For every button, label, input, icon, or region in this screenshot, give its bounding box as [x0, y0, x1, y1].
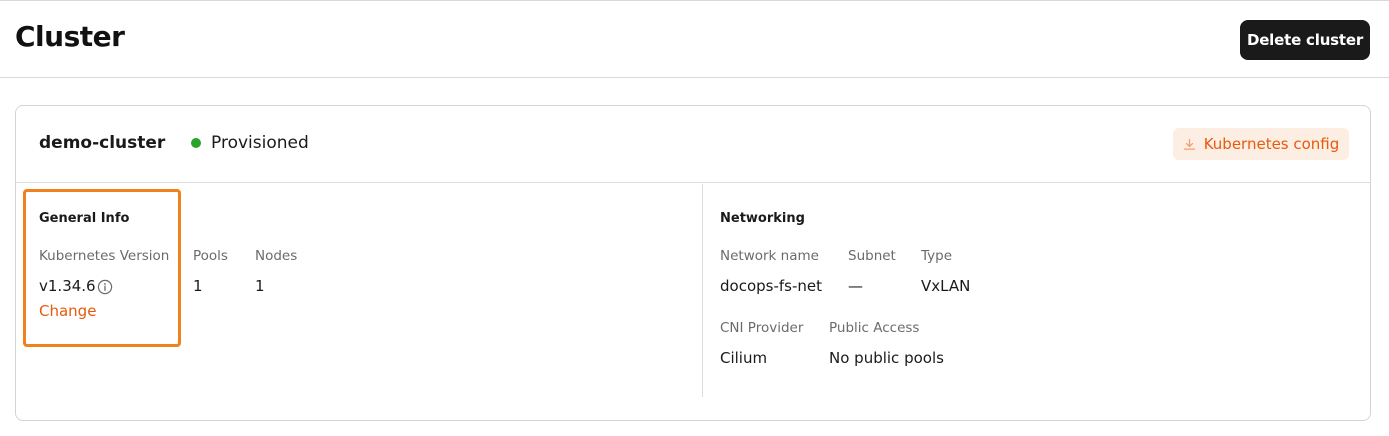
kubernetes-version-value: v1.34.6	[39, 277, 96, 295]
status-text: Provisioned	[211, 133, 309, 153]
nodes-label: Nodes	[255, 248, 298, 264]
type-value: VxLAN	[921, 277, 971, 295]
status-badge: Provisioned	[191, 133, 309, 153]
kubernetes-config-button[interactable]: Kubernetes config	[1173, 128, 1349, 160]
change-version-link[interactable]: Change	[39, 302, 96, 320]
cni-provider-label: CNI Provider	[720, 320, 804, 336]
pools-value: 1	[193, 277, 203, 295]
subnet-label: Subnet	[848, 248, 896, 264]
nodes-value: 1	[255, 277, 265, 295]
public-access-label: Public Access	[829, 320, 920, 336]
cluster-card-header: demo-cluster Provisioned Kubernetes conf…	[16, 106, 1370, 183]
kubernetes-config-label: Kubernetes config	[1203, 135, 1340, 153]
info-icon[interactable]	[97, 279, 113, 299]
type-label: Type	[921, 248, 953, 264]
public-access-value: No public pools	[829, 349, 944, 367]
cluster-card: demo-cluster Provisioned Kubernetes conf…	[15, 105, 1371, 421]
page-title: Cluster	[15, 20, 125, 53]
network-name-label: Network name	[720, 248, 819, 264]
status-dot-icon	[191, 138, 201, 148]
pools-label: Pools	[193, 248, 228, 264]
cni-provider-value: Cilium	[720, 349, 768, 367]
section-divider	[702, 184, 703, 397]
general-info-title: General Info	[39, 211, 130, 226]
network-name-value: docops-fs-net	[720, 277, 822, 295]
delete-cluster-button[interactable]: Delete cluster	[1240, 20, 1370, 60]
cluster-name: demo-cluster	[39, 133, 166, 153]
download-icon	[1183, 138, 1195, 150]
networking-title: Networking	[720, 211, 805, 226]
subnet-value: —	[848, 277, 863, 295]
kubernetes-version-label: Kubernetes Version	[39, 248, 170, 264]
page-header: Cluster Delete cluster	[0, 1, 1389, 78]
